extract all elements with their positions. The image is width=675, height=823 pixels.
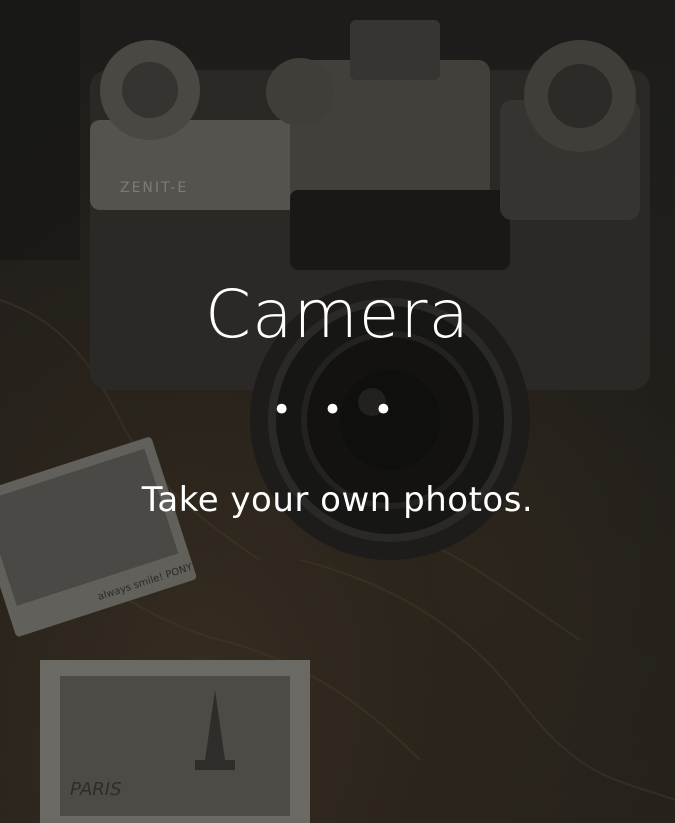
hero-subtitle: Take your own photos. bbox=[141, 480, 534, 520]
hero-banner: ZENIT-E always smile! PONY BROWN PARIS C… bbox=[0, 0, 675, 823]
hero-title: Camera bbox=[204, 276, 470, 353]
hero-separator: • • • bbox=[271, 390, 404, 430]
